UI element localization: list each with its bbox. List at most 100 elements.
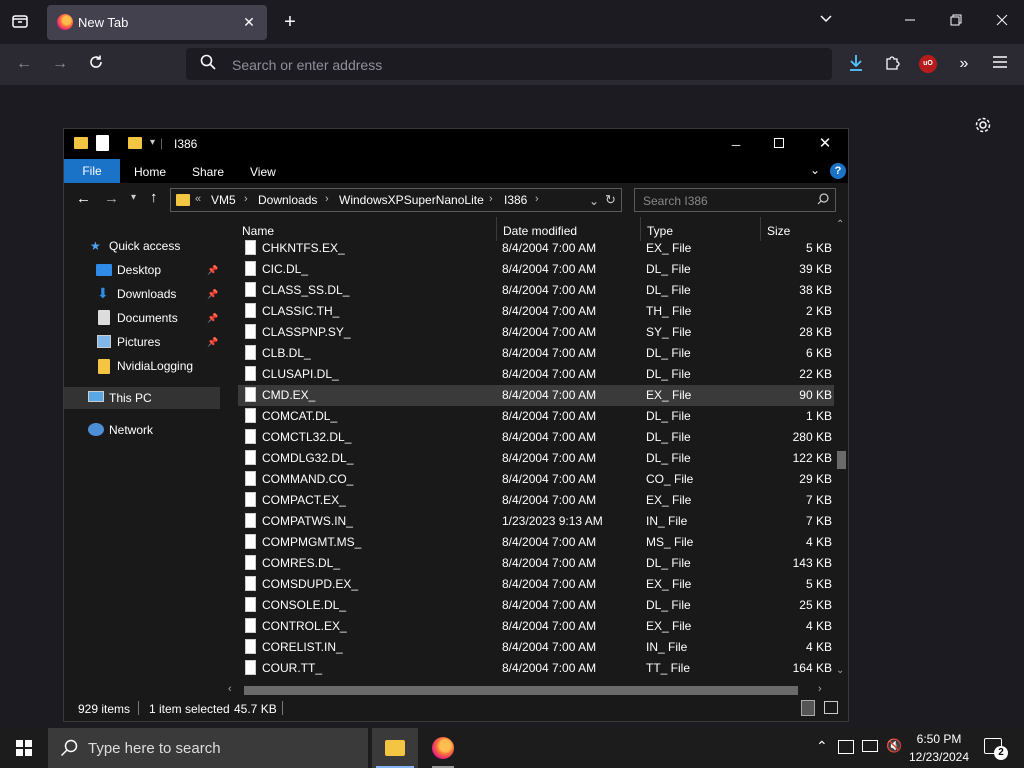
restore-icon[interactable]: [946, 12, 966, 32]
maximize-icon[interactable]: [774, 138, 784, 148]
nav-network[interactable]: Network: [64, 419, 220, 441]
ublock-origin-icon[interactable]: uO: [919, 55, 937, 73]
nav-downloads[interactable]: ⬇ Downloads 📌: [64, 283, 220, 305]
reload-icon[interactable]: [86, 54, 106, 74]
breadcrumb-i386[interactable]: I386: [504, 193, 527, 207]
table-row[interactable]: COMDLG32.DL_ 8/4/2004 7:00 AM DL_ File 122 …: [238, 448, 834, 469]
up-arrow-icon[interactable]: ↑: [150, 189, 158, 206]
table-row[interactable]: COMPACT.EX_ 8/4/2004 7:00 AM EX_ File 7 KB: [238, 490, 834, 511]
tab-view[interactable]: View: [240, 162, 286, 182]
table-row[interactable]: CHKNTFS.EX_ 8/4/2004 7:00 AM EX_ File 5 KB: [238, 238, 834, 259]
breadcrumb-downloads[interactable]: Downloads: [258, 193, 317, 207]
table-row[interactable]: CLASSIC.TH_ 8/4/2004 7:00 AM TH_ File 2 KB: [238, 301, 834, 322]
gear-icon[interactable]: [973, 116, 993, 136]
table-row[interactable]: CMD.EX_ 8/4/2004 7:00 AM EX_ File 90 KB: [238, 385, 834, 406]
back-arrow-icon[interactable]: ←: [76, 190, 91, 207]
scroll-down-icon[interactable]: ⌄: [836, 665, 844, 676]
security-tray-icon[interactable]: [838, 740, 854, 754]
breadcrumb-windowsxp[interactable]: WindowsXPSuperNanoLite: [339, 193, 484, 207]
table-row[interactable]: CLASS_SS.DL_ 8/4/2004 7:00 AM DL_ File 38 K…: [238, 280, 834, 301]
url-bar[interactable]: Search or enter address: [186, 48, 832, 80]
file-date: 8/4/2004 7:00 AM: [502, 241, 597, 255]
nav-pictures[interactable]: Pictures 📌: [64, 331, 220, 353]
tab-share[interactable]: Share: [182, 162, 234, 182]
horizontal-scrollbar[interactable]: ‹ ›: [220, 683, 834, 697]
table-row[interactable]: CONSOLE.DL_ 8/4/2004 7:00 AM DL_ File 25 KB: [238, 595, 834, 616]
table-row[interactable]: CIC.DL_ 8/4/2004 7:00 AM DL_ File 39 KB: [238, 259, 834, 280]
windows-start-icon[interactable]: [16, 740, 32, 759]
list-all-tabs-icon[interactable]: [10, 12, 30, 32]
table-row[interactable]: CLUSAPI.DL_ 8/4/2004 7:00 AM DL_ File 22 KB: [238, 364, 834, 385]
address-history-icon[interactable]: ⌄: [589, 194, 599, 208]
new-folder-icon[interactable]: [128, 137, 142, 149]
hamburger-menu-icon[interactable]: [990, 54, 1010, 74]
properties-icon[interactable]: [96, 135, 109, 151]
large-icons-view-icon[interactable]: [824, 701, 838, 714]
table-row[interactable]: COMPMGMT.MS_ 8/4/2004 7:00 AM MS_ File 4 KB: [238, 532, 834, 553]
downloads-icon[interactable]: [846, 54, 866, 74]
file-date: 8/4/2004 7:00 AM: [502, 535, 597, 549]
expand-ribbon-icon[interactable]: ⌄: [810, 163, 820, 177]
file-date: 8/4/2004 7:00 AM: [502, 598, 597, 612]
close-window-icon[interactable]: [992, 12, 1012, 32]
nav-desktop[interactable]: Desktop 📌: [64, 259, 220, 281]
address-bar[interactable]: « VM5 › Downloads › WindowsXPSuperNanoLi…: [170, 188, 622, 212]
extensions-icon[interactable]: [882, 54, 902, 74]
refresh-icon[interactable]: ↻: [605, 192, 616, 208]
table-row[interactable]: COMSDUPD.EX_ 8/4/2004 7:00 AM EX_ File 5 KB: [238, 574, 834, 595]
table-row[interactable]: COMMAND.CO_ 8/4/2004 7:00 AM CO_ File 29 KB: [238, 469, 834, 490]
minimize-icon[interactable]: ─: [726, 135, 746, 155]
taskbar-firefox[interactable]: [420, 728, 466, 768]
back-arrow-icon[interactable]: ←: [14, 54, 34, 74]
overflow-menu-icon[interactable]: »: [954, 54, 974, 74]
taskbar-file-explorer[interactable]: [372, 728, 418, 768]
breadcrumb-overflow[interactable]: «: [195, 193, 201, 205]
forward-arrow-icon[interactable]: →: [104, 190, 119, 207]
search-placeholder[interactable]: Search I386: [643, 194, 708, 208]
search-placeholder[interactable]: Type here to search: [88, 740, 221, 757]
forward-arrow-icon[interactable]: →: [50, 54, 70, 74]
scroll-thumb[interactable]: [244, 686, 798, 695]
taskbar-search[interactable]: Type here to search: [48, 728, 368, 768]
table-row[interactable]: CORELIST.IN_ 8/4/2004 7:00 AM IN_ File 4 KB: [238, 637, 834, 658]
scroll-left-icon[interactable]: ‹: [228, 683, 232, 695]
table-row[interactable]: CLB.DL_ 8/4/2004 7:00 AM DL_ File 6 KB: [238, 343, 834, 364]
nav-documents[interactable]: Documents 📌: [64, 307, 220, 329]
clock-time[interactable]: 6:50 PM: [904, 732, 974, 746]
show-hidden-icons-chevron-icon[interactable]: ⌃: [816, 738, 828, 755]
help-icon[interactable]: ?: [830, 163, 846, 179]
url-placeholder[interactable]: Search or enter address: [232, 57, 382, 73]
close-tab-icon[interactable]: ✕: [239, 12, 259, 32]
notifications-icon[interactable]: 2: [984, 738, 1008, 760]
search-field[interactable]: Search I386: [634, 188, 836, 212]
scroll-up-icon[interactable]: ⌃: [836, 219, 844, 230]
recent-locations-icon[interactable]: ▾: [131, 192, 136, 203]
details-view-icon[interactable]: [801, 700, 815, 716]
close-icon[interactable]: ✕: [815, 134, 835, 154]
nav-quick-access[interactable]: ★ Quick access: [64, 235, 220, 257]
chevron-down-icon[interactable]: [816, 12, 836, 32]
vertical-scrollbar[interactable]: ⌃ ⌄: [834, 217, 848, 683]
breadcrumb-vm5[interactable]: VM5: [211, 193, 236, 207]
tab-file[interactable]: File: [64, 159, 120, 183]
scroll-thumb[interactable]: [837, 451, 846, 469]
nav-this-pc[interactable]: This PC: [64, 387, 220, 409]
quick-access-dropdown-icon[interactable]: ▾: [150, 137, 155, 148]
network-tray-icon[interactable]: [862, 740, 878, 752]
table-row[interactable]: COMPATWS.IN_ 1/23/2023 9:13 AM IN_ File 7 K…: [238, 511, 834, 532]
table-row[interactable]: CONTROL.EX_ 8/4/2004 7:00 AM EX_ File 4 KB: [238, 616, 834, 637]
tab-home[interactable]: Home: [124, 162, 176, 182]
pin-icon: 📌: [207, 337, 219, 347]
table-row[interactable]: COMRES.DL_ 8/4/2004 7:00 AM DL_ File 143 KB: [238, 553, 834, 574]
scroll-right-icon[interactable]: ›: [818, 683, 822, 695]
volume-muted-icon[interactable]: 🔇: [886, 738, 902, 754]
minimize-icon[interactable]: [900, 12, 920, 32]
table-row[interactable]: COMCTL32.DL_ 8/4/2004 7:00 AM DL_ File 280 …: [238, 427, 834, 448]
table-row[interactable]: COUR.TT_ 8/4/2004 7:00 AM TT_ File 164 KB: [238, 658, 834, 679]
table-row[interactable]: COMCAT.DL_ 8/4/2004 7:00 AM DL_ File 1 KB: [238, 406, 834, 427]
table-row[interactable]: CLASSPNP.SY_ 8/4/2004 7:00 AM SY_ File 28 K…: [238, 322, 834, 343]
nav-nvidia-logging[interactable]: NvidiaLogging: [64, 355, 220, 377]
tab-new-tab[interactable]: New Tab ✕: [47, 5, 267, 40]
new-tab-button[interactable]: +: [280, 12, 300, 32]
clock-date[interactable]: 12/23/2024: [904, 750, 974, 764]
